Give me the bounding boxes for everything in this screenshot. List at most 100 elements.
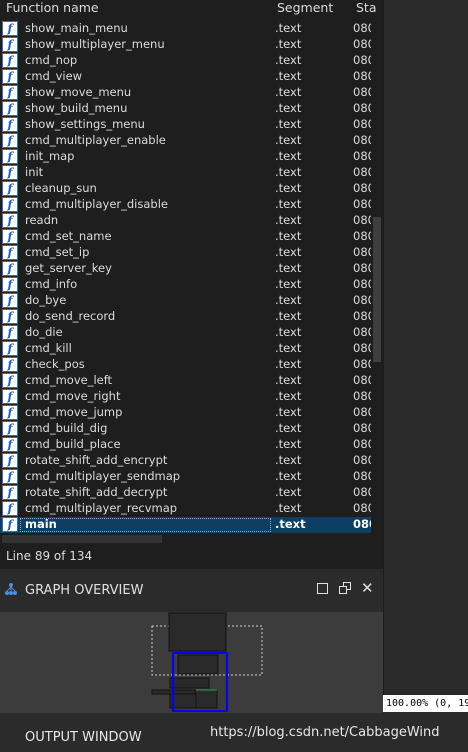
function-row[interactable]: f check_pos .text 080 bbox=[0, 357, 375, 373]
function-f-icon: f bbox=[2, 197, 18, 212]
function-row[interactable]: f cmd_build_place .text 080 bbox=[0, 437, 375, 453]
function-name-cell: show_main_menu bbox=[25, 21, 128, 35]
segment-cell: .text bbox=[275, 517, 306, 531]
function-row[interactable]: f cmd_move_left .text 080 bbox=[0, 373, 375, 389]
function-row[interactable]: f show_move_menu .text 080 bbox=[0, 85, 375, 101]
function-row[interactable]: f cmd_move_jump .text 080 bbox=[0, 405, 375, 421]
graph-overview-canvas[interactable] bbox=[0, 612, 383, 713]
segment-cell: .text bbox=[275, 277, 302, 291]
function-row[interactable]: f cmd_view .text 080 bbox=[0, 69, 375, 85]
function-name-cell: cmd_move_jump bbox=[25, 405, 123, 419]
function-row[interactable]: f show_build_menu .text 080 bbox=[0, 101, 375, 117]
function-row[interactable]: f cmd_multiplayer_sendmap .text 080 bbox=[0, 469, 375, 485]
close-button[interactable]: ✕ bbox=[361, 579, 374, 597]
function-name-cell: cmd_info bbox=[25, 277, 78, 291]
segment-cell: .text bbox=[275, 101, 302, 115]
function-f-icon: f bbox=[2, 85, 18, 100]
segment-cell: .text bbox=[275, 149, 302, 163]
function-f-icon: f bbox=[2, 69, 18, 84]
function-name-cell: cmd_build_dig bbox=[25, 421, 108, 435]
function-row[interactable]: f cmd_set_ip .text 080 bbox=[0, 245, 375, 261]
segment-cell: .text bbox=[275, 181, 302, 195]
function-name-cell: cleanup_sun bbox=[25, 181, 97, 195]
line-count-text: Line 89 of 134 bbox=[6, 549, 93, 563]
function-row[interactable]: f rotate_shift_add_decrypt .text 080 bbox=[0, 485, 375, 501]
function-row[interactable]: f readn .text 080 bbox=[0, 213, 375, 229]
function-row[interactable]: f cmd_info .text 080 bbox=[0, 277, 375, 293]
function-row[interactable]: f do_bye .text 080 bbox=[0, 293, 375, 309]
column-header-start[interactable]: Sta bbox=[356, 0, 377, 15]
column-header-segment[interactable]: Segment bbox=[277, 0, 333, 15]
function-f-icon: f bbox=[2, 501, 18, 516]
segment-cell: .text bbox=[275, 165, 302, 179]
function-name-cell: readn bbox=[25, 213, 59, 227]
function-f-icon: f bbox=[2, 421, 18, 436]
horizontal-scroll-thumb[interactable] bbox=[2, 535, 162, 543]
function-f-icon: f bbox=[2, 357, 18, 372]
segment-cell: .text bbox=[275, 213, 302, 227]
function-name-cell: init bbox=[25, 165, 44, 179]
function-row[interactable]: f init_map .text 080 bbox=[0, 149, 375, 165]
function-f-icon: f bbox=[2, 213, 18, 228]
function-row[interactable]: f show_main_menu .text 080 bbox=[0, 21, 375, 37]
function-name-cell: cmd_multiplayer_recvmap bbox=[25, 501, 178, 515]
segment-cell: .text bbox=[275, 85, 302, 99]
function-row[interactable]: f rotate_shift_add_encrypt .text 080 bbox=[0, 453, 375, 469]
graph-overview-title: GRAPH OVERVIEW bbox=[25, 583, 144, 598]
function-row[interactable]: f main .text 080 bbox=[0, 517, 377, 533]
function-row[interactable]: f cmd_multiplayer_enable .text 080 bbox=[0, 133, 375, 149]
function-name-cell: rotate_shift_add_encrypt bbox=[25, 453, 168, 467]
maximize-button[interactable] bbox=[317, 583, 328, 594]
graph-node-block bbox=[169, 677, 210, 689]
function-name-cell: show_multiplayer_menu bbox=[25, 37, 165, 51]
segment-cell: .text bbox=[275, 421, 302, 435]
function-f-icon: f bbox=[2, 405, 18, 420]
function-name-cell: cmd_nop bbox=[25, 53, 78, 67]
segment-cell: .text bbox=[275, 453, 302, 467]
function-row[interactable]: f init .text 080 bbox=[0, 165, 375, 181]
function-row[interactable]: f do_send_record .text 080 bbox=[0, 309, 375, 325]
function-row[interactable]: f cmd_multiplayer_recvmap .text 080 bbox=[0, 501, 375, 517]
vertical-scrollbar[interactable] bbox=[371, 17, 383, 545]
function-row[interactable]: f show_settings_menu .text 080 bbox=[0, 117, 375, 133]
horizontal-scrollbar[interactable] bbox=[0, 533, 371, 545]
function-name-cell: cmd_build_place bbox=[25, 437, 121, 451]
function-name-cell: do_bye bbox=[25, 293, 67, 307]
function-row[interactable]: f get_server_key .text 080 bbox=[0, 261, 375, 277]
function-f-icon: f bbox=[2, 181, 18, 196]
function-name-cell: cmd_set_ip bbox=[25, 245, 90, 259]
restore-button[interactable] bbox=[339, 582, 352, 595]
disassembly-view-area[interactable] bbox=[383, 0, 468, 695]
function-name-cell: cmd_multiplayer_enable bbox=[25, 133, 166, 147]
function-f-icon: f bbox=[2, 101, 18, 116]
function-row[interactable]: f cmd_multiplayer_disable .text 080 bbox=[0, 197, 375, 213]
function-f-icon: f bbox=[2, 389, 18, 404]
function-row[interactable]: f cmd_nop .text 080 bbox=[0, 53, 375, 69]
function-row[interactable]: f do_die .text 080 bbox=[0, 325, 375, 341]
function-name-cell: show_build_menu bbox=[25, 101, 128, 115]
segment-cell: .text bbox=[275, 357, 302, 371]
function-row[interactable]: f show_multiplayer_menu .text 080 bbox=[0, 37, 375, 53]
segment-cell: .text bbox=[275, 373, 302, 387]
function-row[interactable]: f cmd_kill .text 080 bbox=[0, 341, 375, 357]
segment-cell: .text bbox=[275, 117, 302, 131]
graph-node-block bbox=[194, 689, 218, 709]
function-f-icon: f bbox=[2, 437, 18, 452]
function-name-cell: cmd_set_name bbox=[25, 229, 112, 243]
function-row[interactable]: f cmd_set_name .text 080 bbox=[0, 229, 375, 245]
function-row[interactable]: f cleanup_sun .text 080 bbox=[0, 181, 375, 197]
function-name-cell: cmd_kill bbox=[25, 341, 72, 355]
column-header-function-name[interactable]: Function name bbox=[6, 0, 99, 15]
segment-cell: .text bbox=[275, 469, 302, 483]
vertical-scroll-thumb[interactable] bbox=[373, 217, 381, 362]
output-window-title[interactable]: OUTPUT WINDOW bbox=[25, 730, 142, 745]
function-f-icon: f bbox=[2, 229, 18, 244]
output-window-bar: OUTPUT WINDOW https://blog.csdn.net/Cabb… bbox=[0, 713, 468, 752]
segment-cell: .text bbox=[275, 69, 302, 83]
graph-overview-header: GRAPH OVERVIEW ✕ bbox=[0, 575, 383, 605]
segment-cell: .text bbox=[275, 245, 302, 259]
function-row[interactable]: f cmd_build_dig .text 080 bbox=[0, 421, 375, 437]
segment-cell: .text bbox=[275, 21, 302, 35]
function-row[interactable]: f cmd_move_right .text 080 bbox=[0, 389, 375, 405]
segment-cell: .text bbox=[275, 405, 302, 419]
